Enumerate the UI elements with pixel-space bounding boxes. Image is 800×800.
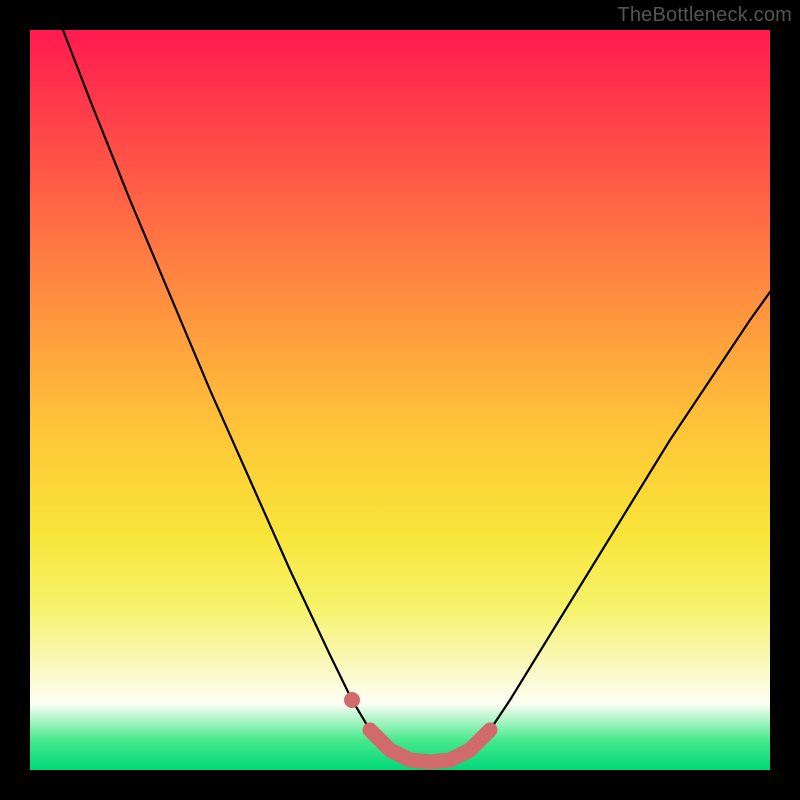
- bottleneck-curve-path: [63, 30, 770, 762]
- chart-plot-area: [30, 30, 770, 770]
- chart-svg: [30, 30, 770, 770]
- watermark-text: TheBottleneck.com: [617, 4, 792, 27]
- highlight-dot-left: [344, 692, 360, 708]
- highlight-flat-bottom-path: [370, 730, 490, 762]
